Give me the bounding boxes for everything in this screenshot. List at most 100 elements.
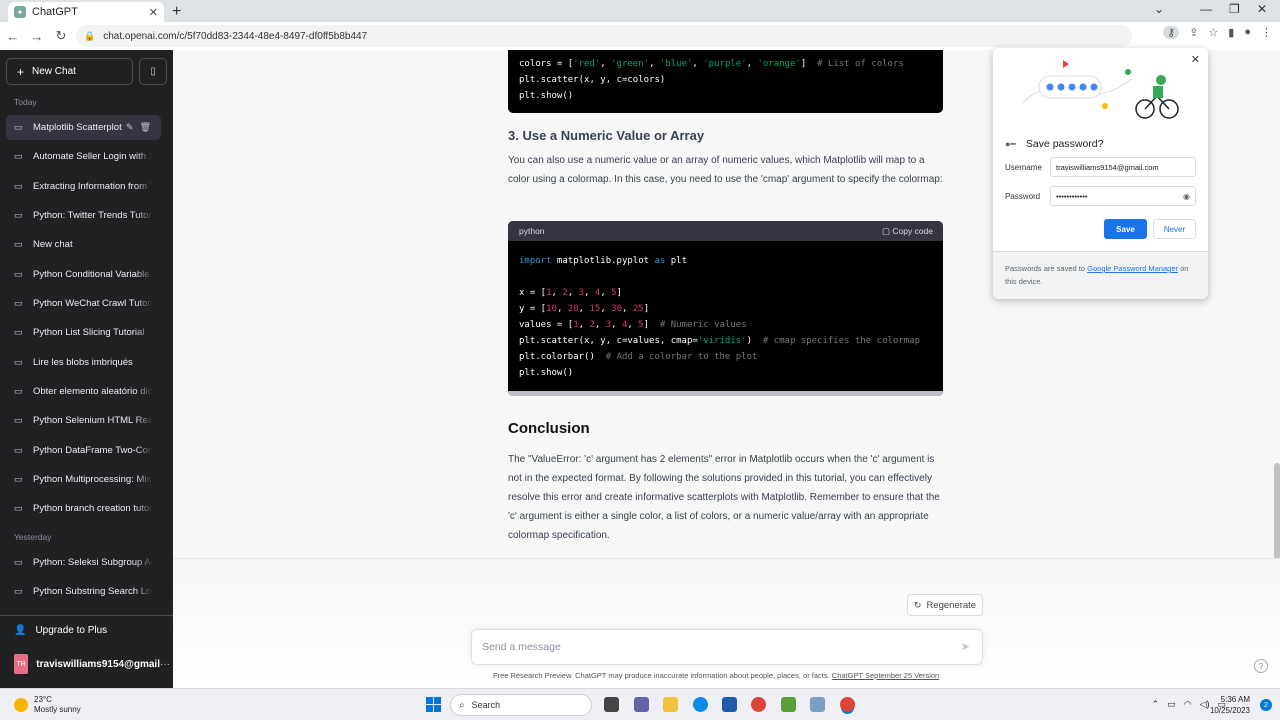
chat-item[interactable]: ▭ Python Conditional Variable: [6, 262, 161, 287]
chat-item[interactable]: ▭ Python: Twitter Trends Tutorial: [6, 203, 161, 228]
code-line: plt.show(): [519, 91, 574, 101]
volume-icon[interactable]: ◁): [1200, 699, 1210, 710]
menu-kebab-icon[interactable]: ⋮: [1261, 26, 1272, 39]
chat-item[interactable]: ▭ Python branch creation tutor: [6, 496, 161, 521]
tab-search-icon[interactable]: ⌄: [1154, 2, 1164, 16]
chat-item[interactable]: ▭ Matplotlib Scatterplot ✎🗑: [6, 115, 161, 140]
chat-item-label: New chat: [33, 239, 73, 250]
new-chat-label: New Chat: [32, 66, 76, 77]
footer: Free Research Preview. ChatGPT may produ…: [493, 671, 939, 680]
more-icon[interactable]: ···: [160, 659, 170, 670]
user-icon: 👤: [14, 625, 27, 636]
chat-item-label: Obter elemento aleatório dic: [33, 386, 153, 397]
chrome-active-icon[interactable]: [840, 697, 855, 712]
save-button[interactable]: Save: [1104, 219, 1147, 239]
sidebar-divider: [0, 615, 173, 616]
notepad-icon[interactable]: [781, 697, 796, 712]
chat-bubble-icon: ▭: [14, 210, 23, 220]
wifi-icon[interactable]: ◠: [1184, 699, 1192, 710]
temperature: 23°C: [34, 695, 52, 704]
avatar: TR: [14, 654, 29, 674]
new-tab-icon[interactable]: +: [172, 3, 181, 21]
profile-icon[interactable]: ●: [1244, 26, 1251, 39]
maximize-icon[interactable]: ❐: [1229, 2, 1240, 16]
upgrade-button[interactable]: 👤 Upgrade to Plus: [14, 625, 107, 636]
page-scrollbar[interactable]: [1274, 463, 1280, 559]
taskbar: 23°C Mostly sunny ⌕ Search ⌃ ▭ ◠ ◁) ▭ 5:…: [0, 688, 1280, 720]
address-bar[interactable]: 🔒 chat.openai.com/c/5f70dd83-2344-48e4-8…: [76, 25, 1132, 47]
chat-item-label: Python Selenium HTML Read: [33, 415, 153, 426]
chat-item[interactable]: ▭ Python List Slicing Tutorial: [6, 320, 161, 345]
code-header: python ▢ Copy code: [508, 221, 943, 241]
chat-item[interactable]: ▭ Python Substring Search Loo: [6, 579, 161, 604]
share-icon[interactable]: ⇪: [1189, 26, 1198, 39]
browser-tab[interactable]: ✦ ChatGPT ✕: [8, 2, 164, 22]
teams-icon[interactable]: [634, 697, 649, 712]
chat-item-label: Lire les blobs imbriqués: [33, 357, 133, 368]
file-explorer-icon[interactable]: [663, 697, 678, 712]
chat-item-label: Python Multiprocessing: Mis: [33, 474, 152, 485]
section-heading: 3. Use a Numeric Value or Array: [508, 128, 705, 143]
lock-icon[interactable]: 🔒: [84, 31, 95, 42]
chat-item-label: Matplotlib Scatterplot: [33, 122, 122, 133]
chat-bubble-icon: ▭: [14, 239, 23, 249]
password-key-icon[interactable]: ⚷: [1163, 26, 1180, 39]
toggle-sidebar-button[interactable]: ▯: [139, 58, 167, 85]
app-icon[interactable]: [810, 697, 825, 712]
chat-bubble-icon: ▭: [14, 445, 23, 455]
chat-item[interactable]: ▭ Obter elemento aleatório dic: [6, 379, 161, 404]
task-view-icon[interactable]: [604, 697, 619, 712]
back-icon[interactable]: ←: [2, 29, 24, 44]
chat-item[interactable]: ▭ Python: Seleksi Subgroup Ac: [6, 550, 161, 575]
username-field[interactable]: traviswilliams9154@gmail.com: [1050, 157, 1196, 177]
windows-start-icon[interactable]: [426, 697, 441, 712]
password-field[interactable]: •••••••••••• ◉: [1050, 186, 1196, 206]
clock[interactable]: 5:36 AM 10/25/2023: [1210, 694, 1250, 716]
sidepanel-icon[interactable]: ▮: [1228, 26, 1234, 39]
chat-bubble-icon: ▭: [14, 298, 23, 308]
edit-pencil-icon[interactable]: ✎: [126, 122, 140, 132]
show-password-icon[interactable]: ◉: [1183, 192, 1190, 201]
user-menu[interactable]: TR traviswilliams9154@gmail ···: [14, 654, 170, 674]
weather-widget[interactable]: 23°C Mostly sunny: [14, 695, 81, 715]
password-manager-link[interactable]: Google Password Manager: [1087, 264, 1178, 273]
version-link[interactable]: ChatGPT September 25 Version: [832, 671, 939, 680]
send-icon[interactable]: ➤: [961, 640, 970, 653]
chat-bubble-icon: ▭: [14, 357, 23, 367]
bookmark-star-icon[interactable]: ☆: [1208, 26, 1218, 39]
delete-trash-icon[interactable]: 🗑: [140, 122, 157, 132]
reload-icon[interactable]: ↻: [50, 28, 72, 44]
forward-icon[interactable]: →: [26, 29, 48, 44]
chat-item[interactable]: ▭ Lire les blobs imbriqués: [6, 350, 161, 375]
chat-item[interactable]: ▭ Python WeChat Crawl Tutorial: [6, 291, 161, 316]
close-icon[interactable]: ✕: [1191, 53, 1200, 66]
copy-code-button[interactable]: ▢ Copy code: [882, 226, 933, 237]
notification-badge[interactable]: 2: [1260, 699, 1272, 711]
message-input[interactable]: Send a message ➤: [471, 629, 983, 665]
chrome-icon[interactable]: [751, 697, 766, 712]
clipboard-icon: ▢: [881, 226, 890, 236]
chat-item[interactable]: ▭ Automate Seller Login with X: [6, 144, 161, 169]
chat-bubble-icon: ▭: [14, 327, 23, 337]
search-icon: ⌕: [459, 699, 465, 711]
help-icon[interactable]: ?: [1254, 659, 1268, 673]
chevron-up-icon[interactable]: ⌃: [1152, 699, 1160, 710]
chat-item[interactable]: ▭ New chat: [6, 232, 161, 257]
new-chat-button[interactable]: + New Chat: [6, 58, 133, 85]
close-tab-icon[interactable]: ✕: [149, 6, 158, 19]
code-scrollbar[interactable]: [508, 391, 943, 396]
message-placeholder: Send a message: [482, 641, 561, 653]
taskbar-search[interactable]: ⌕ Search: [450, 694, 592, 716]
chat-item[interactable]: ▭ Extracting Information from T: [6, 174, 161, 199]
never-button[interactable]: Never: [1153, 219, 1196, 239]
minimize-icon[interactable]: —: [1200, 2, 1212, 16]
close-window-icon[interactable]: ✕: [1257, 2, 1267, 16]
chat-item[interactable]: ▭ Python DataFrame Two-Cond: [6, 438, 161, 463]
store-icon[interactable]: [722, 697, 737, 712]
username-label: Username: [1005, 163, 1042, 172]
network-icon[interactable]: ▭: [1167, 699, 1176, 710]
chat-item[interactable]: ▭ Python Multiprocessing: Mis: [6, 467, 161, 492]
chat-item[interactable]: ▭ Python Selenium HTML Read: [6, 408, 161, 433]
regenerate-button[interactable]: ↻ Regenerate: [907, 594, 983, 616]
edge-icon[interactable]: [693, 697, 708, 712]
